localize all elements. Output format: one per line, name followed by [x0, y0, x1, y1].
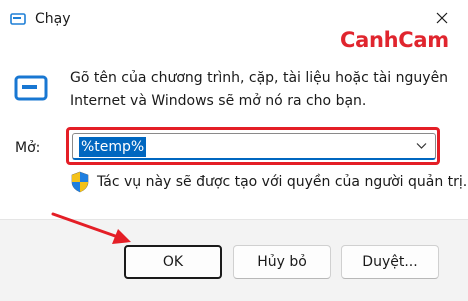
open-label: Mở: — [15, 140, 41, 156]
uac-shield-icon — [71, 171, 89, 193]
ok-button[interactable]: OK — [124, 245, 222, 279]
description-line-2: Internet và Windows sẽ mở nó ra cho bạn. — [70, 93, 367, 109]
window-title: Chạy — [35, 11, 71, 27]
watermark-logo: CanhCam — [340, 28, 449, 52]
cancel-button[interactable]: Hủy bỏ — [233, 245, 331, 279]
admin-note: Tác vụ này sẽ được tạo với quyền của ngư… — [97, 174, 468, 190]
description: Gõ tên của chương trình, cặp, tài liệu h… — [70, 67, 460, 113]
close-icon — [436, 12, 448, 24]
run-icon — [10, 13, 26, 25]
annotation-highlight-box — [66, 127, 440, 165]
browse-button[interactable]: Duyệt... — [341, 245, 439, 279]
run-dialog: Chạy CanhCam Gõ tên của chương trình, cặ… — [0, 0, 468, 301]
run-app-icon — [14, 75, 48, 101]
description-line-1: Gõ tên của chương trình, cặp, tài liệu h… — [70, 70, 449, 86]
